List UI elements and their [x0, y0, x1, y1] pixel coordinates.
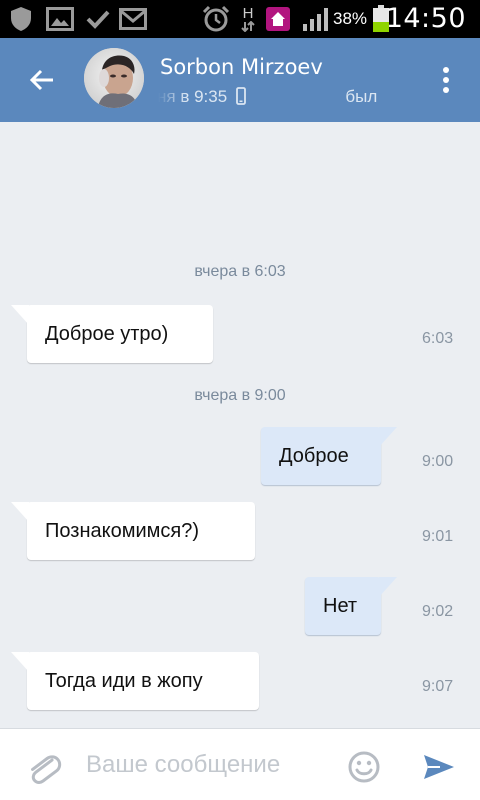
phone-icon: [236, 87, 246, 105]
shield-icon: [4, 6, 38, 32]
message-bubble-incoming[interactable]: Тогда иди в жопу: [11, 652, 259, 710]
home-app-icon: [264, 6, 292, 32]
arrow-left-icon: [29, 69, 53, 91]
avatar[interactable]: [84, 48, 144, 108]
date-separator: вчера в 6:03: [194, 263, 286, 280]
status-bar: H 38% 14:50: [0, 0, 480, 38]
last-seen-status: одня в 9:35 был: [158, 87, 423, 111]
message-input[interactable]: [82, 745, 340, 785]
message-time: 9:01: [422, 528, 454, 545]
clock: 14:50: [385, 3, 466, 34]
send-button[interactable]: [418, 747, 458, 787]
signal-icon: [300, 6, 332, 32]
attach-button[interactable]: [24, 747, 64, 787]
date-separator: вчера в 9:00: [194, 387, 286, 404]
message-time: 9:00: [422, 453, 454, 470]
alarm-icon: [200, 5, 232, 32]
message-text: Тогда иди в жопу: [45, 669, 203, 692]
menu-button[interactable]: [426, 60, 466, 100]
image-icon: [44, 6, 76, 32]
network-h-icon: H: [238, 6, 258, 32]
message-bubble-incoming[interactable]: Доброе утро): [11, 305, 213, 363]
mail-icon: [118, 6, 148, 32]
message-time: 9:02: [422, 603, 454, 620]
message-text: Доброе: [279, 444, 349, 467]
back-button[interactable]: [20, 60, 64, 100]
message-bubble-outgoing[interactable]: Доброе: [261, 427, 397, 485]
last-seen-text: одня в 9:35: [158, 87, 228, 106]
last-seen-suffix: был: [345, 87, 378, 106]
message-bubble-outgoing[interactable]: Нет: [305, 577, 397, 635]
check-icon: [84, 6, 112, 32]
smiley-icon: [348, 751, 380, 783]
message-bubble-incoming[interactable]: Познакомимся?): [11, 502, 255, 560]
more-vertical-icon: [443, 67, 449, 93]
message-text: Доброе утро): [45, 322, 169, 345]
contact-name[interactable]: Sorbon Mirzoev: [160, 55, 323, 79]
message-time: 9:07: [422, 678, 454, 695]
paperclip-icon: [31, 755, 62, 784]
chat-header: Sorbon Mirzoev одня в 9:35 был: [0, 38, 480, 122]
message-text: Нет: [323, 594, 358, 617]
send-icon: [424, 755, 454, 779]
emoji-button[interactable]: [346, 749, 382, 785]
message-time: 6:03: [422, 330, 454, 347]
battery-percent: 38%: [333, 9, 368, 28]
message-input-bar: [0, 728, 480, 800]
message-text: Познакомимся?): [45, 519, 199, 542]
